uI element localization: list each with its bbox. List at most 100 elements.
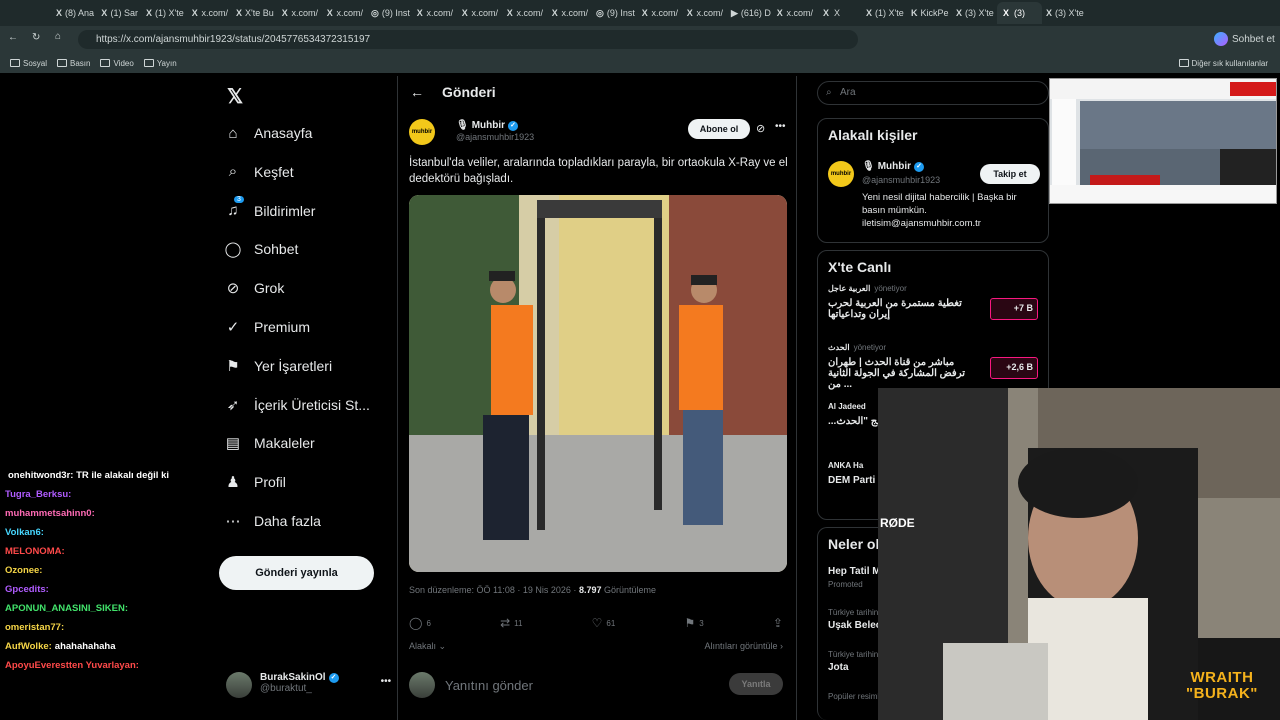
- reply-button[interactable]: Yanıtla: [729, 673, 783, 695]
- tab-label: KickPe: [920, 8, 949, 18]
- trend-name[interactable]: Hep Tatil M: [828, 566, 881, 577]
- back-arrow-icon[interactable]: ←: [410, 84, 424, 100]
- live-source[interactable]: Al Jadeed: [828, 402, 870, 411]
- browser-tab[interactable]: Xx.com/: [187, 2, 232, 24]
- browser-tab[interactable]: X (3) X'te: [952, 2, 997, 24]
- live-source[interactable]: ANKA Ha: [828, 461, 867, 470]
- browser-tab[interactable]: Xx.com/: [637, 2, 682, 24]
- tab-label: (9) Inst: [381, 8, 410, 18]
- reply-input[interactable]: Yanıtını gönder: [445, 678, 533, 693]
- related-name-row[interactable]: 🎙 Muhbir ✓: [862, 161, 925, 172]
- browser-tab[interactable]: Xx.com/: [772, 2, 817, 24]
- nav-item[interactable]: ⌂ Anasayfa: [224, 120, 312, 146]
- nav-item[interactable]: ▤ Makaleler: [224, 430, 315, 456]
- page-title: Gönderi: [442, 84, 496, 100]
- browser-tab[interactable]: Xx.com/: [412, 2, 457, 24]
- brand-bottom: "BURAK": [1186, 685, 1258, 702]
- browser-tab[interactable]: Xx.com/: [322, 2, 367, 24]
- chat-message: Tugra_Berksu:: [0, 485, 210, 504]
- nav-item[interactable]: ⊘ Grok: [224, 275, 285, 301]
- browser-tab[interactable]: X (3): [997, 2, 1042, 24]
- view-quotes-link[interactable]: Alıntıları görüntüle ›: [704, 641, 783, 651]
- browser-tab[interactable]: X (1) Sar: [97, 2, 142, 24]
- live-title[interactable]: تغطية مستمرة من العربية لحرب إيران وتداع…: [828, 298, 978, 320]
- browser-tab[interactable]: X X'te Bu: [232, 2, 277, 24]
- post-button[interactable]: Gönderi yayınla: [219, 556, 374, 590]
- browser-tab[interactable]: K KickPe: [907, 2, 952, 24]
- nav-label: Anasayfa: [254, 125, 313, 141]
- chat-user: MELONOMA:: [5, 546, 65, 557]
- nav-item[interactable]: ✓ Premium: [224, 314, 310, 340]
- tab-favicon-icon: X: [191, 8, 198, 18]
- nav-icon: ✓: [226, 319, 240, 336]
- browser-tab[interactable]: Xx.com/: [682, 2, 727, 24]
- author-avatar[interactable]: muhbir: [409, 119, 435, 145]
- nav-item[interactable]: ➶ İçerik Üreticisi St...: [224, 392, 370, 418]
- back-icon[interactable]: ←: [8, 32, 18, 43]
- share-icon: ⇪: [772, 616, 783, 630]
- more-options-icon[interactable]: •••: [775, 121, 786, 132]
- bookmark-folder[interactable]: Video: [100, 59, 134, 68]
- x-logo-icon[interactable]: 𝕏: [227, 84, 243, 109]
- browser-tab[interactable]: X (3) X'te: [1042, 2, 1087, 24]
- account-switcher[interactable]: BurakSakinOl ✓ @buraktut_ •••: [226, 672, 391, 698]
- url-field[interactable]: https://x.com/ajansmuhbir1923/status/204…: [78, 30, 858, 49]
- browser-tab[interactable]: Xx.com/: [547, 2, 592, 24]
- browser-tab[interactable]: X (8) Ana: [52, 2, 97, 24]
- related-toggle[interactable]: Alakalı ⌄: [409, 641, 446, 652]
- related-handle[interactable]: @ajansmuhbir1923: [862, 175, 940, 185]
- avatar: [226, 672, 252, 698]
- nav-item[interactable]: ◯ Sohbet: [224, 236, 299, 262]
- browser-tab[interactable]: XX: [817, 2, 862, 24]
- tab-favicon-icon: ▶: [731, 8, 738, 18]
- chat-button[interactable]: Sohbet et: [1214, 32, 1275, 46]
- search-input[interactable]: ⌕ Ara: [817, 81, 1049, 105]
- author-handle[interactable]: @ajansmuhbir1923: [456, 132, 534, 142]
- reply-action[interactable]: ◯ 6: [409, 616, 431, 630]
- other-bookmarks[interactable]: Diğer sık kullanılanlar: [1178, 59, 1268, 68]
- post-photo[interactable]: [409, 195, 787, 572]
- grok-icon[interactable]: ⊘: [756, 122, 765, 135]
- live-listener-count[interactable]: +7 B: [990, 298, 1038, 320]
- share-action[interactable]: ⇪: [773, 616, 783, 630]
- home-icon[interactable]: ⌂: [55, 31, 61, 42]
- nav-item[interactable]: ♟ Profil: [224, 469, 286, 495]
- browser-tab[interactable]: Xx.com/: [502, 2, 547, 24]
- like-action[interactable]: ♡ 61: [592, 616, 616, 630]
- bookmark-folder[interactable]: Yayın: [143, 59, 177, 68]
- repost-action[interactable]: ⇄ 11: [500, 616, 522, 630]
- follow-button[interactable]: Takip et: [980, 164, 1040, 184]
- browser-tab[interactable]: ▶ (616) D: [727, 2, 772, 24]
- refresh-icon[interactable]: ↻: [32, 32, 40, 43]
- author-name-row[interactable]: 🎙 Muhbir ✓: [456, 120, 519, 131]
- trend-name[interactable]: Jota: [828, 662, 849, 673]
- nav-item[interactable]: ⚑ Yer İşaretleri: [224, 353, 332, 379]
- nav-item[interactable]: ⋯ Daha fazla: [224, 508, 321, 534]
- browser-tab[interactable]: X (1) X'te: [862, 2, 907, 24]
- bookmark-action[interactable]: ⚑ 3: [685, 616, 704, 630]
- trends-title: Neler ol: [828, 536, 880, 552]
- nav-item[interactable]: ♫ Bildirimler 3: [224, 195, 315, 224]
- tab-label: X'te Bu: [245, 8, 274, 18]
- browser-tab[interactable]: X (1) X'te: [142, 2, 187, 24]
- trend-name[interactable]: Uşak Belec: [828, 620, 881, 631]
- more-icon[interactable]: •••: [381, 676, 392, 698]
- live-source-name: ANKA Ha: [828, 461, 864, 470]
- photo-illustration: [409, 195, 787, 572]
- live-title[interactable]: مباشر من قناة الحدث | طهران ترفض المشارك…: [828, 357, 978, 390]
- nav-item[interactable]: ⌕ Keşfet: [224, 159, 294, 185]
- bookmark-folder[interactable]: Basın: [57, 59, 90, 68]
- browser-tab[interactable]: Xx.com/: [277, 2, 322, 24]
- bookmark-folder[interactable]: Sosyal: [10, 59, 47, 68]
- subscribe-button[interactable]: Abone ol: [688, 119, 750, 139]
- tab-favicon-icon: X: [641, 8, 648, 18]
- live-source[interactable]: الحدث yönetiyor: [828, 343, 886, 352]
- browser-tab[interactable]: ◎ (9) Inst: [367, 2, 412, 24]
- related-avatar[interactable]: muhbir: [828, 161, 854, 187]
- view-label: Görüntüleme: [604, 585, 657, 595]
- browser-tab[interactable]: Xx.com/: [457, 2, 502, 24]
- tab-label: x.com/: [291, 8, 318, 18]
- browser-tab[interactable]: ◎ (9) Inst: [592, 2, 637, 24]
- live-source[interactable]: العربية عاجل yönetiyor: [828, 284, 907, 293]
- live-listener-count[interactable]: +2,6 B: [990, 357, 1038, 379]
